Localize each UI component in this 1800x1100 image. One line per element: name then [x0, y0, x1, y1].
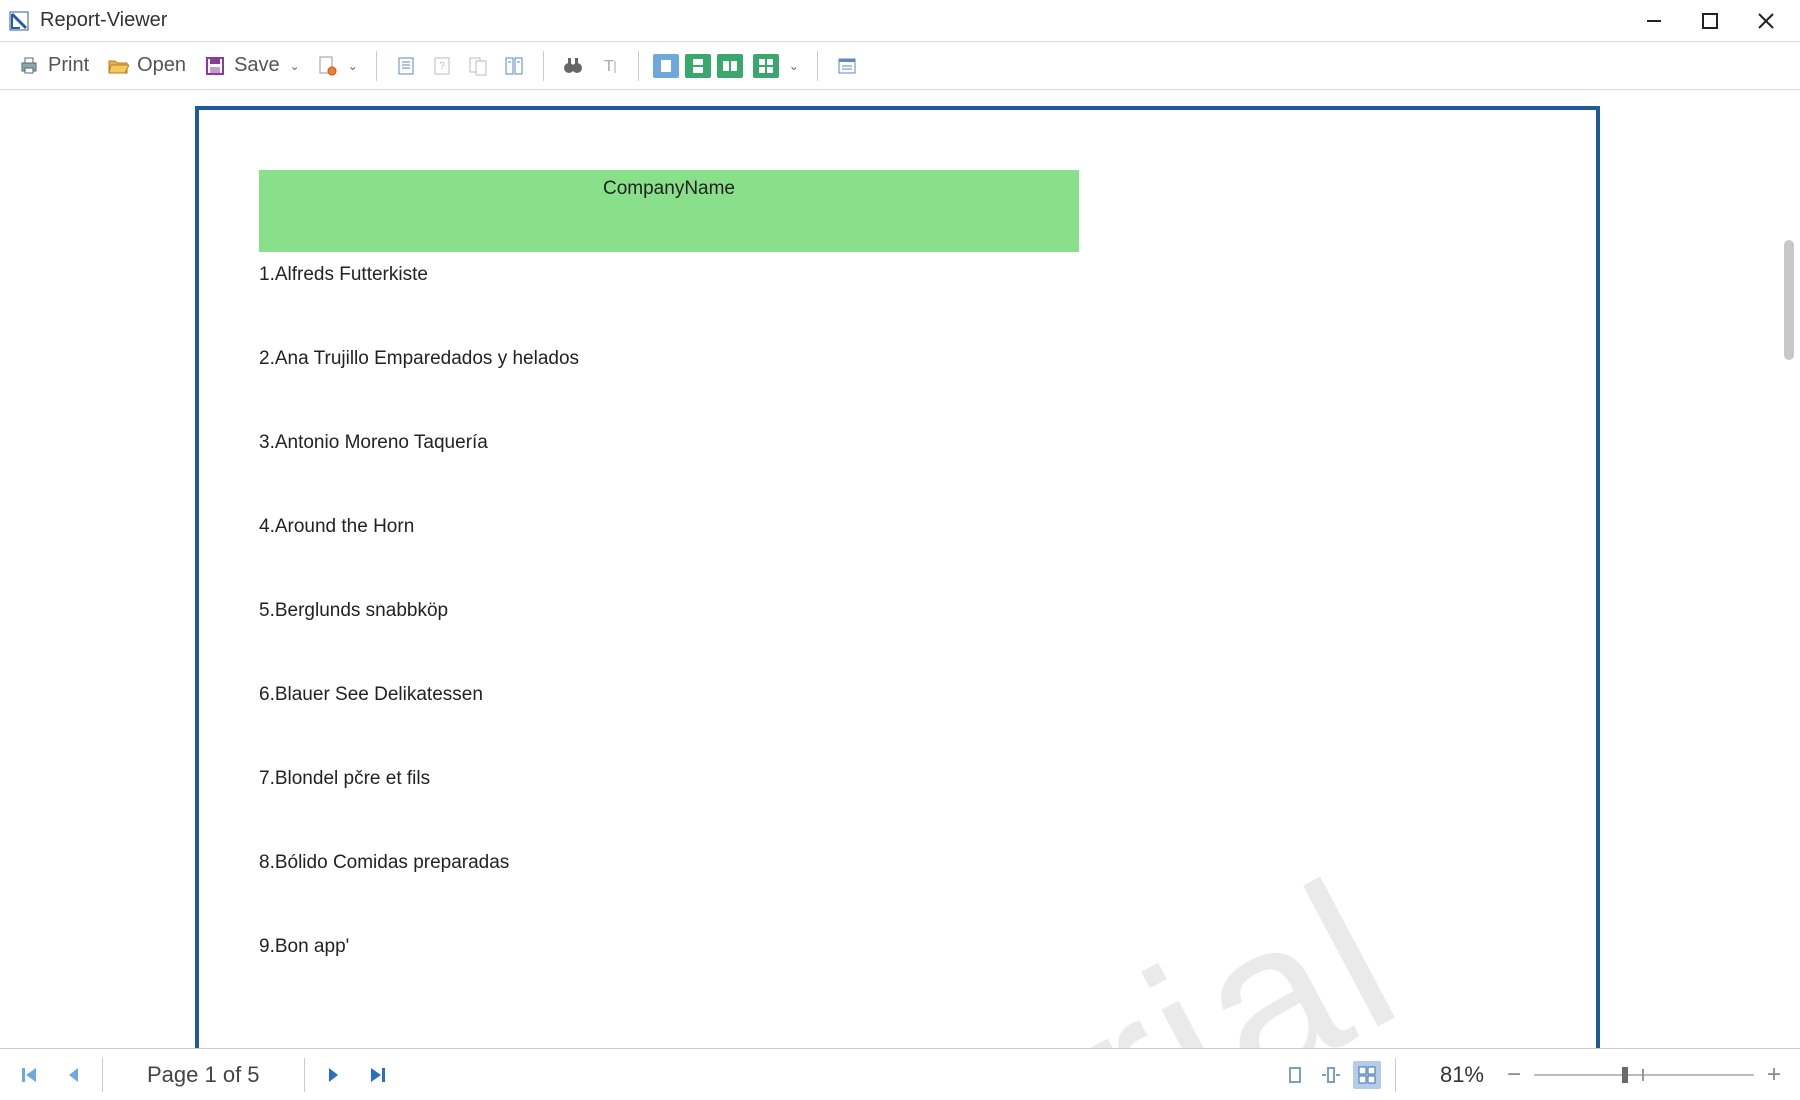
- report-row: 2.Ana Trujillo Emparedados y helados: [259, 348, 1536, 370]
- status-separator: [1395, 1058, 1396, 1092]
- print-button[interactable]: Print: [12, 50, 95, 81]
- document-map-button[interactable]: [499, 51, 529, 81]
- page-setup-icon: [316, 55, 338, 77]
- status-separator: [304, 1058, 305, 1092]
- zoom-whole-page-button[interactable]: [1317, 1061, 1345, 1089]
- bookmarks-icon: [467, 55, 489, 77]
- first-page-button[interactable]: [16, 1062, 42, 1088]
- facing-view-button[interactable]: [717, 54, 743, 78]
- chevron-down-icon: ⌄: [348, 59, 358, 73]
- thumbnails-button[interactable]: ?: [427, 51, 457, 81]
- last-page-button[interactable]: [365, 1062, 391, 1088]
- editor-button[interactable]: [832, 51, 862, 81]
- zoom-multi-page-button[interactable]: [1353, 1061, 1381, 1089]
- multi-page-view-button[interactable]: ⌄: [749, 50, 803, 82]
- close-button[interactable]: [1752, 7, 1780, 35]
- bookmarks-button[interactable]: [463, 51, 493, 81]
- app-icon: [8, 10, 30, 32]
- toolbar-separator: [638, 51, 639, 81]
- window-controls: [1640, 7, 1780, 35]
- open-folder-icon: [107, 55, 129, 77]
- print-icon: [18, 55, 40, 77]
- vertical-scrollbar-thumb[interactable]: [1784, 240, 1794, 360]
- zoom-page-width-button[interactable]: [1281, 1061, 1309, 1089]
- report-column-header: CompanyName: [259, 170, 1079, 252]
- window-title: Report-Viewer: [40, 9, 1640, 32]
- binoculars-icon: [562, 55, 584, 77]
- chevron-down-icon: ⌄: [290, 59, 300, 73]
- report-row: 3.Antonio Moreno Taquería: [259, 432, 1536, 454]
- page-indicator: Page 1 of 5: [147, 1062, 260, 1088]
- report-row: 1.Alfreds Futterkiste: [259, 264, 1536, 286]
- open-label: Open: [137, 54, 186, 77]
- toolbar-separator: [817, 51, 818, 81]
- report-row: 7.Blondel pčre et fils: [259, 768, 1536, 790]
- report-page: rial CompanyName 1.Alfreds Futterkiste 2…: [195, 106, 1600, 1048]
- text-cursor-icon: T: [598, 55, 620, 77]
- document-map-icon: [503, 55, 525, 77]
- toolbar: Print Open Save ⌄ ⌄ ? T: [0, 42, 1800, 90]
- open-button[interactable]: Open: [101, 50, 192, 81]
- page-setup-button[interactable]: ⌄: [312, 51, 362, 81]
- status-bar: Page 1 of 5 81% − +: [0, 1048, 1800, 1100]
- save-label: Save: [234, 54, 280, 77]
- save-button[interactable]: Save ⌄: [198, 50, 306, 81]
- grid-view-icon: [753, 54, 779, 78]
- report-row: 6.Blauer See Delikatessen: [259, 684, 1536, 706]
- report-row: 9.Bon app': [259, 936, 1536, 958]
- continuous-view-button[interactable]: [685, 54, 711, 78]
- minimize-button[interactable]: [1640, 7, 1668, 35]
- report-row: 5.Berglunds snabbköp: [259, 600, 1536, 622]
- parameters-icon: [395, 55, 417, 77]
- save-icon: [204, 55, 226, 77]
- status-separator: [102, 1058, 103, 1092]
- zoom-slider[interactable]: [1534, 1065, 1754, 1085]
- next-page-button[interactable]: [321, 1062, 347, 1088]
- svg-text:T: T: [604, 58, 614, 75]
- title-bar: Report-Viewer: [0, 0, 1800, 42]
- toolbar-separator: [543, 51, 544, 81]
- svg-text:?: ?: [439, 61, 445, 72]
- thumbnails-icon: ?: [431, 55, 453, 77]
- toolbar-separator: [376, 51, 377, 81]
- maximize-button[interactable]: [1696, 7, 1724, 35]
- single-page-view-button[interactable]: [653, 54, 679, 78]
- zoom-percent: 81%: [1440, 1062, 1484, 1088]
- zoom-slider-group: − +: [1504, 1061, 1784, 1089]
- chevron-down-icon: ⌄: [789, 59, 799, 73]
- parameters-button[interactable]: [391, 51, 421, 81]
- prev-page-button[interactable]: [60, 1062, 86, 1088]
- find-button[interactable]: [558, 51, 588, 81]
- print-label: Print: [48, 54, 89, 77]
- report-row: 8.Bólido Comidas preparadas: [259, 852, 1536, 874]
- report-row: 4.Around the Horn: [259, 516, 1536, 538]
- document-viewport[interactable]: rial CompanyName 1.Alfreds Futterkiste 2…: [0, 90, 1800, 1048]
- text-select-button[interactable]: T: [594, 51, 624, 81]
- zoom-in-button[interactable]: +: [1764, 1061, 1784, 1089]
- zoom-out-button[interactable]: −: [1504, 1061, 1524, 1089]
- editor-icon: [836, 55, 858, 77]
